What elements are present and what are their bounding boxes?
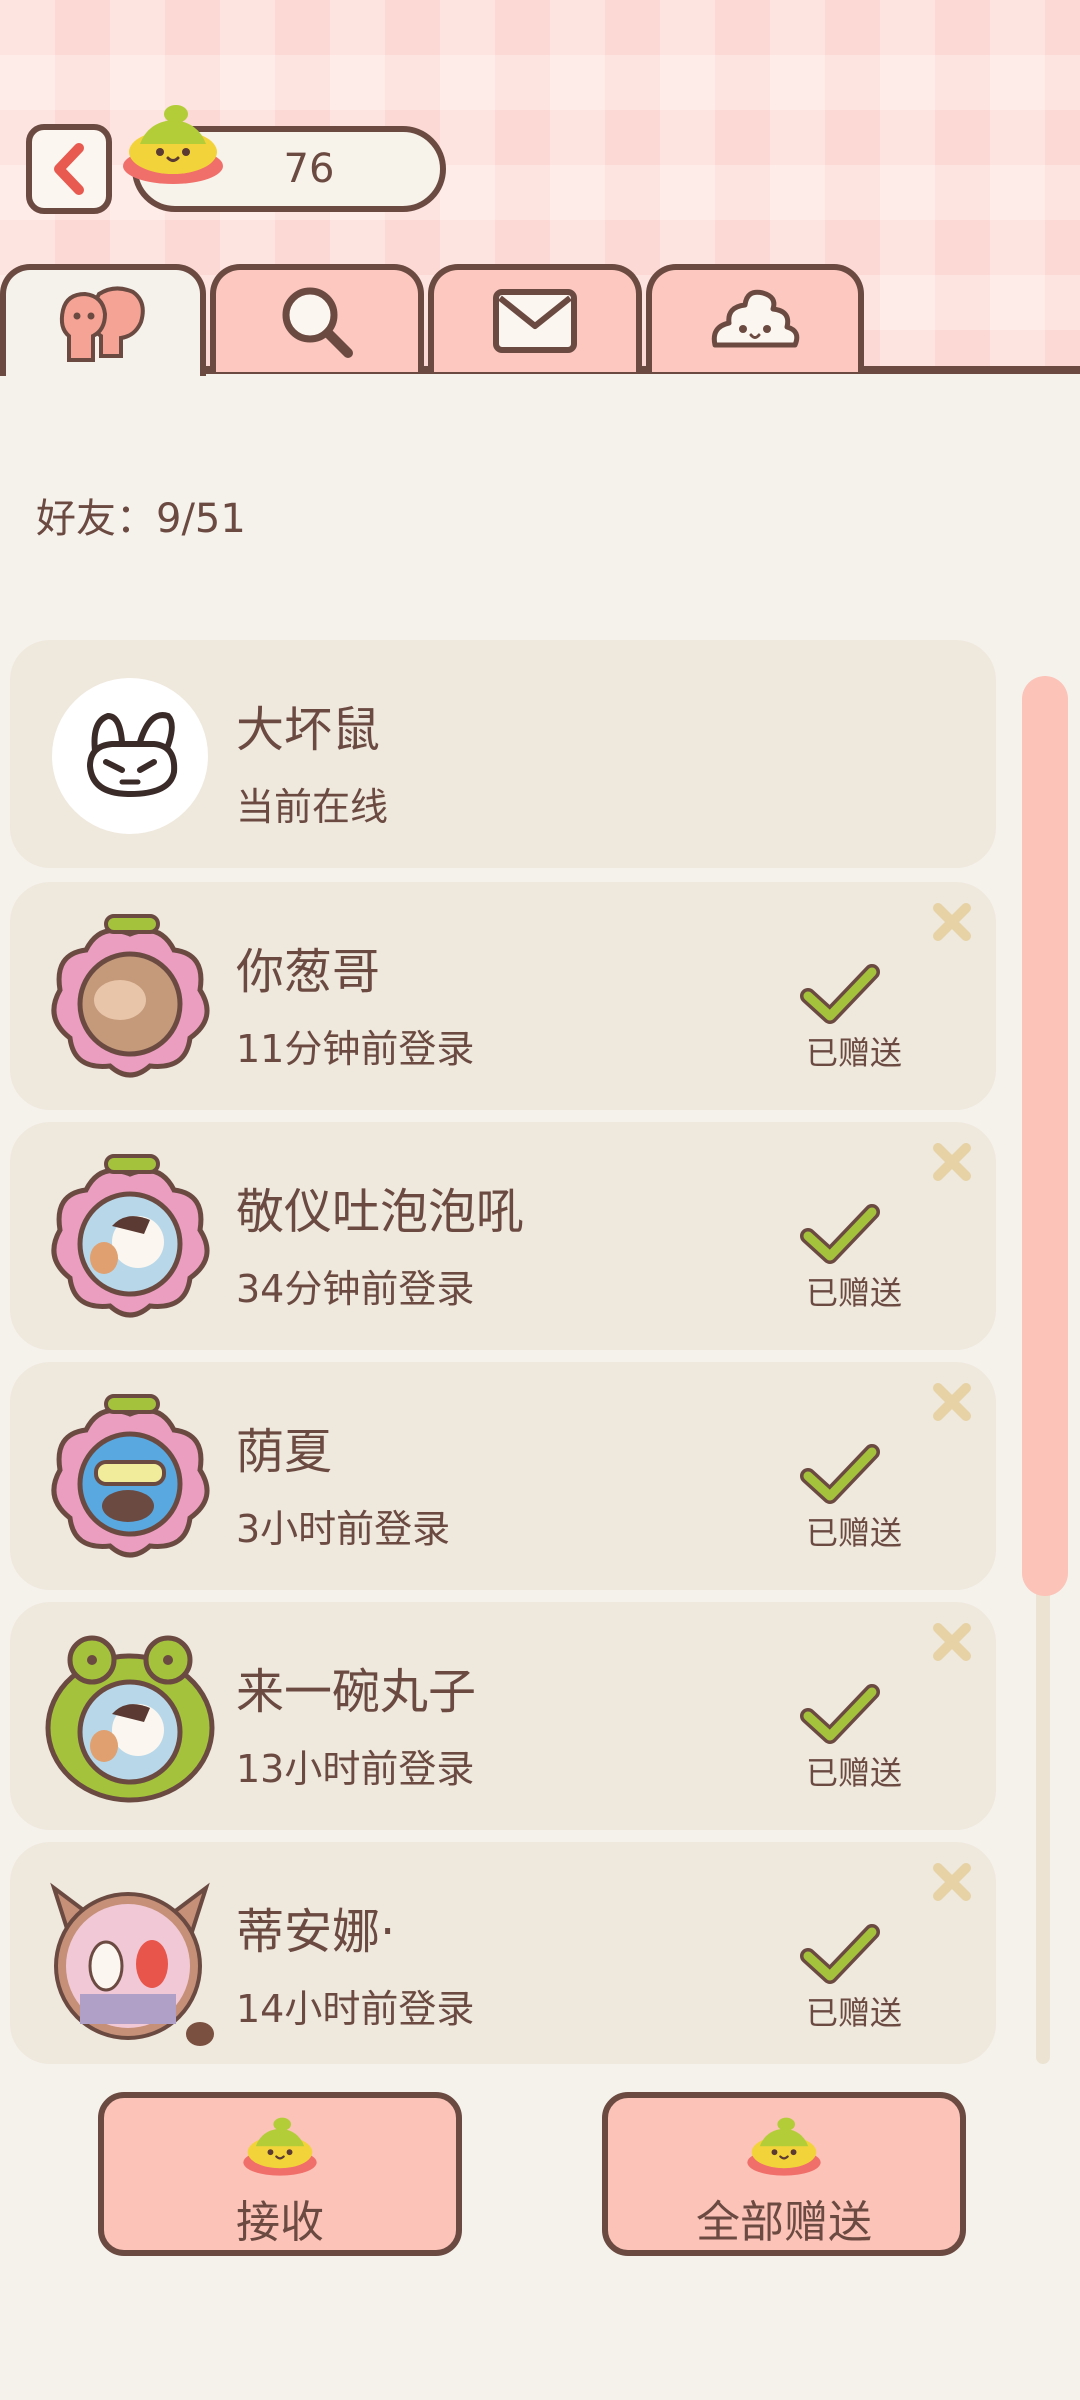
avatar[interactable] xyxy=(40,1628,220,1808)
friend-card[interactable]: 荫夏 3小时前登录 已赠送 xyxy=(10,1362,996,1590)
friend-status: 14小时前登录 xyxy=(236,1987,475,2031)
friend-name: 蒂安娜· xyxy=(236,1904,396,1960)
friend-card[interactable]: 蒂安娜· 14小时前登录 已赠送 xyxy=(10,1842,996,2064)
friend-card[interactable]: 大坏鼠 当前在线 xyxy=(10,640,996,868)
close-icon[interactable] xyxy=(930,1620,974,1664)
frog-frame-avatar-icon xyxy=(45,1635,215,1803)
mail-icon xyxy=(493,289,577,353)
check-icon xyxy=(800,1444,880,1504)
receive-label: 接收 xyxy=(236,2197,324,2248)
tab-poop[interactable] xyxy=(646,264,864,372)
friend-status: 11分钟前登录 xyxy=(236,1027,475,1071)
close-icon[interactable] xyxy=(930,1380,974,1424)
receive-button[interactable]: 接收 xyxy=(98,2092,462,2256)
flower-frame-avatar-icon xyxy=(51,914,210,1078)
avatar[interactable] xyxy=(40,666,220,846)
gift-status-label: 已赠送 xyxy=(806,1754,903,1792)
avatar[interactable] xyxy=(40,1868,220,2048)
send-all-label: 全部赠送 xyxy=(696,2197,872,2248)
gift-status-label: 已赠送 xyxy=(806,1994,903,2032)
friend-name: 荫夏 xyxy=(236,1424,333,1480)
check-icon xyxy=(800,1684,880,1744)
gift-status-label: 已赠送 xyxy=(806,1034,903,1072)
poop-icon xyxy=(711,289,800,348)
avatar[interactable] xyxy=(40,908,220,1088)
friends-icon xyxy=(59,286,145,362)
friend-name: 敬仪吐泡泡吼 xyxy=(236,1184,525,1240)
send-all-button[interactable]: 全部赠送 xyxy=(602,2092,966,2256)
close-icon[interactable] xyxy=(930,900,974,944)
chevron-left-icon xyxy=(54,143,84,195)
poop-coin-icon xyxy=(747,2117,821,2176)
friend-status: 3小时前登录 xyxy=(236,1507,451,1551)
friend-name: 大坏鼠 xyxy=(236,702,381,758)
friend-name: 你葱哥 xyxy=(236,944,381,1000)
avatar[interactable] xyxy=(40,1388,220,1568)
poop-coin-icon xyxy=(123,105,223,184)
check-icon xyxy=(800,1204,880,1264)
scrollbar-thumb[interactable] xyxy=(1022,676,1068,1596)
check-icon xyxy=(800,1924,880,1984)
check-icon xyxy=(800,964,880,1024)
back-button[interactable] xyxy=(26,124,112,214)
friend-status: 34分钟前登录 xyxy=(236,1267,475,1311)
tab-mail[interactable] xyxy=(428,264,642,372)
cat-frame-avatar-icon xyxy=(50,1882,214,2046)
coin-count: 76 xyxy=(283,146,335,192)
gift-status-label: 已赠送 xyxy=(806,1514,903,1552)
tab-friends[interactable] xyxy=(0,264,206,376)
search-icon xyxy=(282,287,353,358)
friend-count: 好友：9/51 xyxy=(36,496,246,542)
poop-coin-icon xyxy=(243,2117,317,2176)
friend-card[interactable]: 你葱哥 11分钟前登录 已赠送 xyxy=(10,882,996,1110)
rabbit-avatar-icon xyxy=(52,678,208,834)
friend-status: 13小时前登录 xyxy=(236,1747,475,1791)
flower-frame-avatar-icon xyxy=(51,1394,210,1558)
flower-frame-avatar-icon xyxy=(51,1154,210,1318)
close-icon[interactable] xyxy=(930,1860,974,1904)
friend-card[interactable]: 来一碗丸子 13小时前登录 已赠送 xyxy=(10,1602,996,1830)
friend-status: 当前在线 xyxy=(236,785,389,829)
gift-status-label: 已赠送 xyxy=(806,1274,903,1312)
friend-card[interactable]: 敬仪吐泡泡吼 34分钟前登录 已赠送 xyxy=(10,1122,996,1350)
avatar[interactable] xyxy=(40,1148,220,1328)
tab-search[interactable] xyxy=(210,264,424,372)
friend-name: 来一碗丸子 xyxy=(236,1664,477,1720)
close-icon[interactable] xyxy=(930,1140,974,1184)
